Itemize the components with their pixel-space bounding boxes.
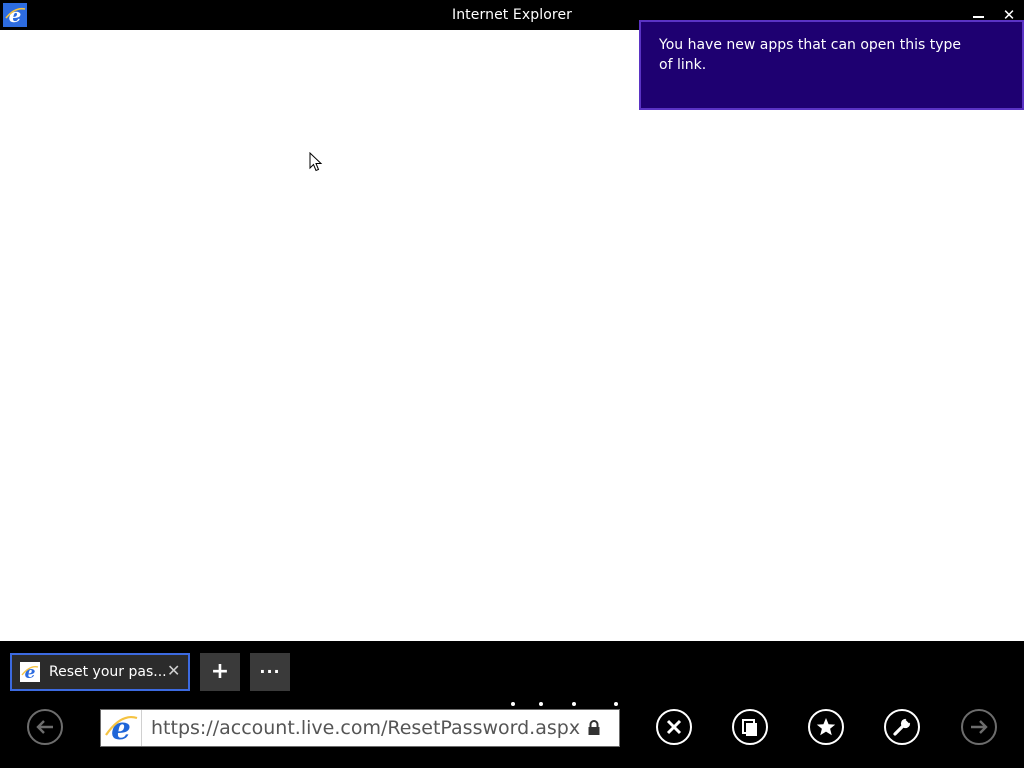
ie-logo-icon: e <box>20 662 40 682</box>
forward-button[interactable] <box>961 709 997 745</box>
back-button[interactable] <box>27 709 63 745</box>
loading-dot <box>572 702 576 706</box>
address-bar[interactable]: e <box>100 709 620 747</box>
star-icon <box>816 718 836 736</box>
loading-dot <box>511 702 515 706</box>
new-apps-notification[interactable]: You have new apps that can open this typ… <box>639 20 1024 110</box>
back-arrow-icon <box>36 720 53 734</box>
url-input[interactable] <box>143 710 581 746</box>
app-bar: e Reset your pas... ✕ + ··· e <box>0 641 1024 768</box>
tab-label: Reset your pas... <box>49 664 167 680</box>
forward-arrow-icon <box>971 720 988 734</box>
switch-tabs-icon <box>742 719 757 736</box>
svg-text:e: e <box>25 663 36 682</box>
ie-logo-icon: e <box>101 710 142 746</box>
lock-icon[interactable] <box>587 720 601 736</box>
web-page-content[interactable] <box>0 30 1024 641</box>
tab-reset-password[interactable]: e Reset your pas... ✕ <box>10 653 190 691</box>
mouse-cursor-icon <box>309 152 323 172</box>
tab-options-button[interactable]: ··· <box>250 653 290 691</box>
new-tab-button[interactable]: + <box>200 653 240 691</box>
page-tools-button[interactable] <box>884 709 920 745</box>
notification-text: You have new apps that can open this typ… <box>659 37 962 73</box>
loading-dot <box>614 702 618 706</box>
stop-icon <box>666 719 682 735</box>
favorites-button[interactable] <box>808 709 844 745</box>
tab-close-button[interactable]: ✕ <box>167 661 180 680</box>
switch-tabs-button[interactable] <box>732 709 768 745</box>
loading-dot <box>539 702 543 706</box>
stop-button[interactable] <box>656 709 692 745</box>
minimize-icon <box>972 16 984 18</box>
wrench-icon <box>893 718 911 736</box>
